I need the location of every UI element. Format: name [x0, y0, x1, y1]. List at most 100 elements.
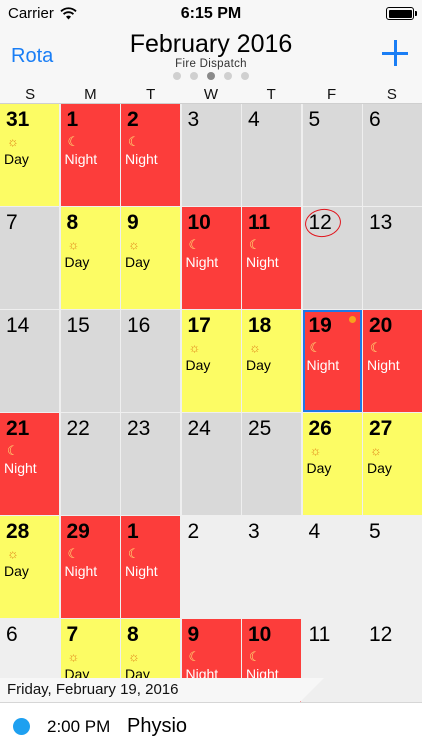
day-cell[interactable]: 14 — [0, 310, 59, 412]
page-indicator[interactable] — [0, 72, 422, 80]
day-number: 11 — [308, 623, 331, 646]
shift-label: Day — [367, 460, 392, 476]
day-cell[interactable]: 10 ☾ Night — [181, 207, 241, 309]
day-cell[interactable]: 9 ☼ Day — [121, 207, 180, 309]
day-cell[interactable]: 15 — [60, 310, 120, 412]
day-number: 9 — [127, 211, 139, 234]
day-cell[interactable]: 26 ☼ Day — [302, 413, 362, 515]
moon-icon: ☾ — [188, 649, 201, 664]
shift-label: Day — [246, 357, 271, 373]
day-number: 1 — [66, 108, 79, 131]
day-cell[interactable]: 31 ☼ Day — [0, 104, 59, 206]
day-cell[interactable]: 27 ☼ Day — [363, 413, 422, 515]
page-dot — [224, 72, 232, 80]
day-number: 25 — [248, 417, 272, 440]
sun-icon: ☼ — [128, 649, 140, 664]
day-number: 5 — [308, 108, 321, 131]
day-cell[interactable]: 1 ☾ Night — [121, 516, 180, 618]
day-number: 11 — [248, 211, 271, 234]
day-number: 4 — [308, 520, 321, 543]
day-number: 7 — [66, 623, 79, 646]
day-cell[interactable]: 18 ☼ Day — [242, 310, 301, 412]
day-cell[interactable]: 19 ☾ Night — [302, 310, 362, 412]
day-cell[interactable]: 4 — [242, 104, 301, 206]
day-number: 18 — [248, 314, 272, 337]
nav-bar: Rota February 2016 Fire Dispatch — [0, 28, 422, 86]
day-number: 8 — [127, 623, 139, 646]
month-title: February 2016 — [129, 30, 293, 58]
day-cell[interactable]: 2 — [181, 516, 241, 618]
day-cell[interactable]: 13 — [363, 207, 422, 309]
day-cell[interactable]: 2 ☾ Night — [121, 104, 180, 206]
event-row[interactable]: 2:00 PM Physio — [0, 702, 422, 750]
day-number: 9 — [187, 623, 200, 646]
day-number: 6 — [6, 623, 18, 646]
shift-label: Night — [246, 254, 279, 270]
day-cell[interactable]: 8 ☼ Day — [60, 207, 120, 309]
weekday-label: S — [386, 86, 397, 103]
event-title: Physio — [127, 715, 188, 737]
moon-icon: ☾ — [7, 443, 19, 458]
day-cell[interactable]: 4 — [302, 516, 362, 618]
day-cell[interactable]: 23 — [121, 413, 180, 515]
day-cell[interactable]: 24 — [181, 413, 241, 515]
day-number: 2 — [127, 108, 139, 131]
add-icon[interactable] — [382, 40, 408, 66]
day-number: 31 — [6, 108, 30, 131]
day-number: 15 — [66, 314, 90, 337]
sun-icon: ☼ — [188, 340, 201, 355]
day-cell[interactable]: 22 — [60, 413, 120, 515]
day-cell[interactable]: 1 ☾ Night — [60, 104, 120, 206]
day-cell[interactable]: 12 — [302, 207, 362, 309]
page-dot — [241, 72, 249, 80]
page-dot-active — [207, 72, 215, 80]
moon-icon: ☾ — [188, 237, 201, 252]
day-number: 3 — [248, 520, 260, 543]
day-cell[interactable]: 11 ☾ Night — [242, 207, 301, 309]
sun-icon: ☼ — [67, 237, 80, 252]
selected-date-header: Friday, February 19, 2016 — [0, 678, 324, 702]
day-number: 26 — [308, 417, 332, 440]
battery-icon — [386, 7, 417, 20]
weekday-label: M — [84, 86, 97, 103]
day-cell[interactable]: 28 ☼ Day — [0, 516, 59, 618]
day-cell[interactable]: 20 ☾ Night — [363, 310, 422, 412]
day-number: 1 — [127, 520, 139, 543]
day-cell[interactable]: 7 — [0, 207, 59, 309]
weekday-label: W — [203, 86, 219, 103]
shift-label: Night — [367, 357, 400, 373]
moon-icon: ☾ — [128, 134, 140, 149]
day-number: 20 — [369, 314, 393, 337]
day-number: 14 — [6, 314, 30, 337]
day-number: 24 — [187, 417, 211, 440]
day-cell[interactable]: 3 — [242, 516, 301, 618]
day-cell[interactable]: 25 — [242, 413, 301, 515]
day-number: 3 — [187, 108, 200, 131]
day-cell[interactable]: 3 — [181, 104, 241, 206]
day-number: 22 — [66, 417, 90, 440]
day-cell[interactable]: 21 ☾ Night — [0, 413, 59, 515]
day-cell[interactable]: 5 — [363, 516, 422, 618]
shift-label: Day — [185, 357, 211, 373]
status-time: 6:15 PM — [180, 5, 242, 22]
day-number: 2 — [187, 520, 200, 543]
day-number: 17 — [187, 314, 211, 337]
day-number: 19 — [308, 314, 332, 337]
day-number: 13 — [369, 211, 393, 234]
day-cell[interactable]: 5 — [302, 104, 362, 206]
day-cell[interactable]: 6 — [363, 104, 422, 206]
day-number: 16 — [127, 314, 151, 337]
shift-label: Day — [125, 254, 150, 270]
moon-icon: ☾ — [249, 649, 261, 664]
shift-label: Night — [185, 254, 219, 270]
sun-icon: ☼ — [249, 340, 261, 355]
shift-label: Night — [64, 151, 98, 167]
day-cell[interactable]: 29 ☾ Night — [60, 516, 120, 618]
sun-icon: ☼ — [7, 546, 19, 561]
sun-icon: ☼ — [370, 443, 382, 458]
weekday-label: T — [146, 86, 156, 103]
day-cell[interactable]: 16 — [121, 310, 180, 412]
sun-icon: ☼ — [128, 237, 140, 252]
day-cell[interactable]: 17 ☼ Day — [181, 310, 241, 412]
shift-label: Day — [64, 254, 90, 270]
